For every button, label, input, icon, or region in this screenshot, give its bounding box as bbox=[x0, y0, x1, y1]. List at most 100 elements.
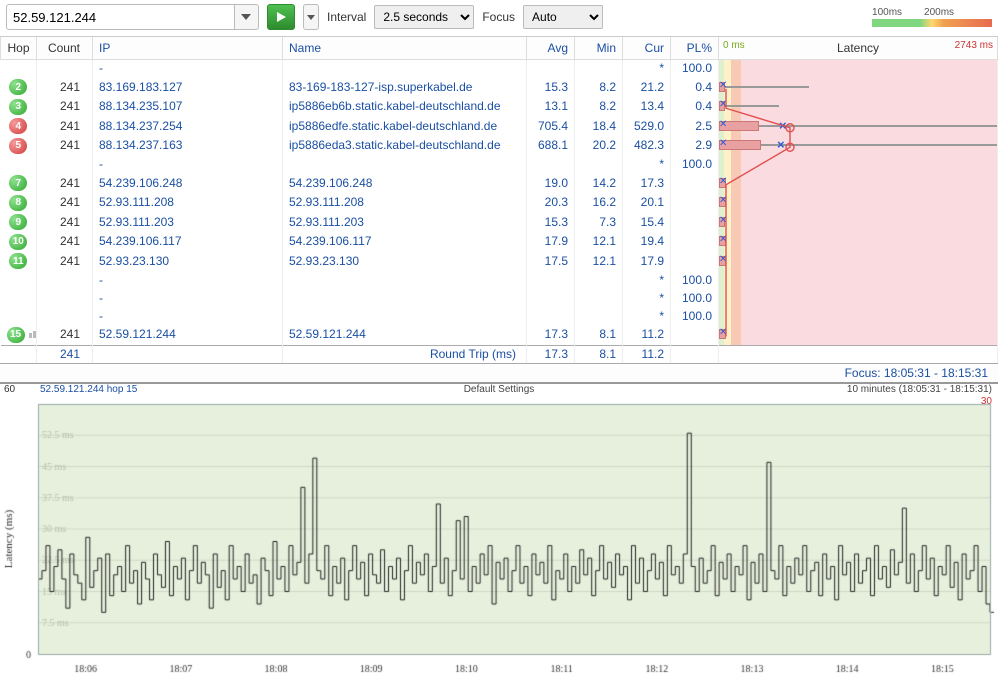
focus-select[interactable]: Auto bbox=[523, 5, 603, 29]
hop-row[interactable]: 824152.93.111.20852.93.111.20820.316.220… bbox=[1, 193, 998, 213]
hop-marker: ✕ bbox=[719, 99, 727, 110]
rt-count: 241 bbox=[37, 345, 93, 363]
hop-latency-bar bbox=[719, 271, 998, 289]
hop-row[interactable]: 324188.134.235.107ip5886eb6b.static.kabe… bbox=[1, 97, 998, 117]
col-avg[interactable]: Avg bbox=[527, 37, 575, 60]
column-headers: Hop Count IP Name Avg Min Cur PL% 0 ms L… bbox=[1, 37, 998, 60]
hop-number bbox=[1, 156, 37, 174]
hop-row[interactable]: 1024154.239.106.11754.239.106.11717.912.… bbox=[1, 232, 998, 252]
col-cur[interactable]: Cur bbox=[623, 37, 671, 60]
target-input[interactable] bbox=[6, 4, 235, 30]
hop-row[interactable]: 1524152.59.121.24452.59.121.24417.38.111… bbox=[1, 325, 998, 345]
hop-count: 241 bbox=[37, 213, 93, 233]
hop-name bbox=[283, 271, 527, 289]
hop-circle: 10 bbox=[9, 234, 27, 250]
hop-pl: 100.0 bbox=[671, 307, 719, 325]
hop-ip: 52.93.23.130 bbox=[93, 252, 283, 272]
hop-number bbox=[1, 271, 37, 289]
col-min[interactable]: Min bbox=[575, 37, 623, 60]
hop-cur: 482.3 bbox=[623, 136, 671, 156]
play-dropdown-button[interactable] bbox=[303, 4, 319, 30]
hop-ip: 83.169.183.127 bbox=[93, 78, 283, 98]
hops-table: Hop Count IP Name Avg Min Cur PL% 0 ms L… bbox=[0, 37, 998, 363]
hop-number: 4 bbox=[1, 117, 37, 137]
hop-row[interactable]: -*100.0 bbox=[1, 307, 998, 325]
hop-latency-bar: ×✕ bbox=[719, 136, 998, 156]
hop-min: 8.2 bbox=[575, 78, 623, 98]
target-dropdown-button[interactable] bbox=[235, 4, 259, 30]
hop-avg: 19.0 bbox=[527, 174, 575, 194]
hop-ip: - bbox=[93, 307, 283, 325]
hop-count: 241 bbox=[37, 78, 93, 98]
hop-name: 54.239.106.117 bbox=[283, 232, 527, 252]
hop-ip: - bbox=[93, 156, 283, 174]
hop-circle: 2 bbox=[9, 79, 27, 95]
hop-name: ip5886eb6b.static.kabel-deutschland.de bbox=[283, 97, 527, 117]
hop-number: 15 bbox=[1, 325, 37, 345]
chart-settings: Default Settings bbox=[464, 384, 535, 395]
hop-row[interactable]: 724154.239.106.24854.239.106.24819.014.2… bbox=[1, 174, 998, 194]
hop-marker: ✕ bbox=[719, 215, 727, 226]
hop-row[interactable]: -*100.0 bbox=[1, 271, 998, 289]
hop-count: 241 bbox=[37, 97, 93, 117]
hop-count: 241 bbox=[37, 325, 93, 345]
hop-latency-bar bbox=[719, 60, 998, 78]
hop-row[interactable]: -*100.0 bbox=[1, 60, 998, 78]
hop-ip: 52.93.111.203 bbox=[93, 213, 283, 233]
hop-row[interactable]: -*100.0 bbox=[1, 289, 998, 307]
hop-pl bbox=[671, 213, 719, 233]
hop-row[interactable]: 2 24183.169.183.12783-169-183-127-isp.sup… bbox=[1, 78, 998, 98]
hop-avg bbox=[527, 271, 575, 289]
chart-target: 52.59.121.244 hop 15 bbox=[40, 384, 137, 395]
hop-circle: 7 bbox=[9, 175, 27, 191]
hop-pl: 0.4 bbox=[671, 78, 719, 98]
chart-range: 10 minutes (18:05:31 - 18:15:31) bbox=[847, 384, 992, 395]
hop-min: 12.1 bbox=[575, 252, 623, 272]
hop-row[interactable]: 524188.134.237.163ip5886eda3.static.kabe… bbox=[1, 136, 998, 156]
hop-avg: 15.3 bbox=[527, 213, 575, 233]
play-button[interactable] bbox=[267, 4, 295, 30]
col-name[interactable]: Name bbox=[283, 37, 527, 60]
hop-number bbox=[1, 307, 37, 325]
focus-range: Focus: 18:05:31 - 18:15:31 bbox=[0, 363, 998, 382]
interval-select[interactable]: 2.5 seconds bbox=[374, 5, 474, 29]
hop-latency-bar: ✕ bbox=[719, 213, 998, 233]
hop-min bbox=[575, 156, 623, 174]
hop-cur: 11.2 bbox=[623, 325, 671, 345]
chevron-down-icon bbox=[307, 15, 315, 20]
col-pl[interactable]: PL% bbox=[671, 37, 719, 60]
hop-avg: 13.1 bbox=[527, 97, 575, 117]
hop-latency-bar: ×✕ bbox=[719, 117, 998, 137]
hop-row[interactable]: 424188.134.237.254ip5886edfe.static.kabe… bbox=[1, 117, 998, 137]
hop-count bbox=[37, 156, 93, 174]
hop-row[interactable]: 924152.93.111.20352.93.111.20315.37.315.… bbox=[1, 213, 998, 233]
signal-icon bbox=[29, 327, 37, 341]
hop-avg: 20.3 bbox=[527, 193, 575, 213]
latency-chart: 60 52.59.121.244 hop 15 Default Settings… bbox=[0, 382, 998, 680]
hop-min: 18.4 bbox=[575, 117, 623, 137]
col-hop[interactable]: Hop bbox=[1, 37, 37, 60]
hop-min bbox=[575, 60, 623, 78]
hop-count bbox=[37, 307, 93, 325]
hop-number bbox=[1, 289, 37, 307]
hop-avg bbox=[527, 307, 575, 325]
hop-count: 241 bbox=[37, 174, 93, 194]
hop-number: 3 bbox=[1, 97, 37, 117]
hop-latency-bar bbox=[719, 307, 998, 325]
hop-row[interactable]: -*100.0 bbox=[1, 156, 998, 174]
hop-number: 2 bbox=[1, 78, 37, 98]
hop-name: 83-169-183-127-isp.superkabel.de bbox=[283, 78, 527, 98]
hop-ip: 54.239.106.117 bbox=[93, 232, 283, 252]
hop-row[interactable]: 1124152.93.23.13052.93.23.13017.512.117.… bbox=[1, 252, 998, 272]
latency-canvas[interactable] bbox=[0, 398, 998, 680]
hop-cur: * bbox=[623, 271, 671, 289]
col-ip[interactable]: IP bbox=[93, 37, 283, 60]
col-count[interactable]: Count bbox=[37, 37, 93, 60]
hop-latency-bar: ✕ bbox=[719, 193, 998, 213]
col-latency[interactable]: 0 ms Latency 2743 ms bbox=[719, 37, 998, 60]
hop-marker: ✕ bbox=[719, 234, 727, 245]
hop-pl: 100.0 bbox=[671, 271, 719, 289]
hop-avg: 17.3 bbox=[527, 325, 575, 345]
hop-name bbox=[283, 307, 527, 325]
latency-axis-min: 0 ms bbox=[723, 40, 745, 51]
